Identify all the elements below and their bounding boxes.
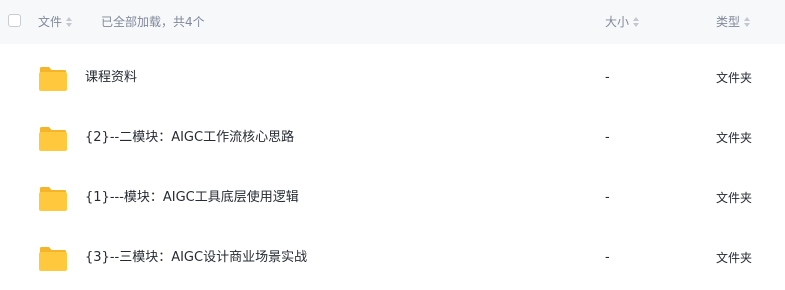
file-size: - — [605, 70, 610, 85]
size-column-label: 大小 — [605, 15, 630, 29]
file-type: 文件夹 — [716, 131, 753, 145]
sort-icon — [744, 17, 751, 27]
file-row[interactable]: {3}--三模块：AIGC设计商业场景实战 - 文件夹 — [0, 228, 785, 288]
file-type: 文件夹 — [716, 71, 753, 85]
loaded-status-text: 已全部加载，共4个 — [101, 15, 205, 29]
file-name[interactable]: {1}---模块：AIGC工具底层使用逻辑 — [85, 190, 299, 206]
sort-by-name-header[interactable]: 文件 — [38, 14, 73, 30]
name-column-label: 文件 — [38, 15, 63, 29]
file-type: 文件夹 — [716, 191, 753, 205]
file-row[interactable]: 课程资料 - 文件夹 — [0, 48, 785, 108]
file-name[interactable]: {2}--二模块：AIGC工作流核心思路 — [85, 130, 294, 146]
file-name[interactable]: 课程资料 — [85, 70, 137, 86]
sort-icon — [66, 17, 73, 27]
folder-icon — [39, 127, 67, 151]
type-column-label: 类型 — [716, 15, 741, 29]
file-type: 文件夹 — [716, 251, 753, 265]
folder-icon — [39, 247, 67, 271]
file-list: 文件 已全部加载，共4个 大小 类型 课程资料 - 文件夹 {2}--二模块：A… — [0, 0, 785, 290]
folder-icon — [39, 67, 67, 91]
sort-by-size-header[interactable]: 大小 — [605, 14, 640, 30]
file-name[interactable]: {3}--三模块：AIGC设计商业场景实战 — [85, 250, 307, 266]
file-size: - — [605, 130, 610, 145]
file-list-header: 文件 已全部加载，共4个 大小 类型 — [0, 0, 785, 44]
select-all-checkbox[interactable] — [8, 14, 21, 27]
sort-icon — [633, 17, 640, 27]
sort-by-type-header[interactable]: 类型 — [716, 14, 751, 30]
file-size: - — [605, 190, 610, 205]
file-row[interactable]: {1}---模块：AIGC工具底层使用逻辑 - 文件夹 — [0, 168, 785, 228]
file-row[interactable]: {2}--二模块：AIGC工作流核心思路 - 文件夹 — [0, 108, 785, 168]
folder-icon — [39, 187, 67, 211]
file-size: - — [605, 250, 610, 265]
